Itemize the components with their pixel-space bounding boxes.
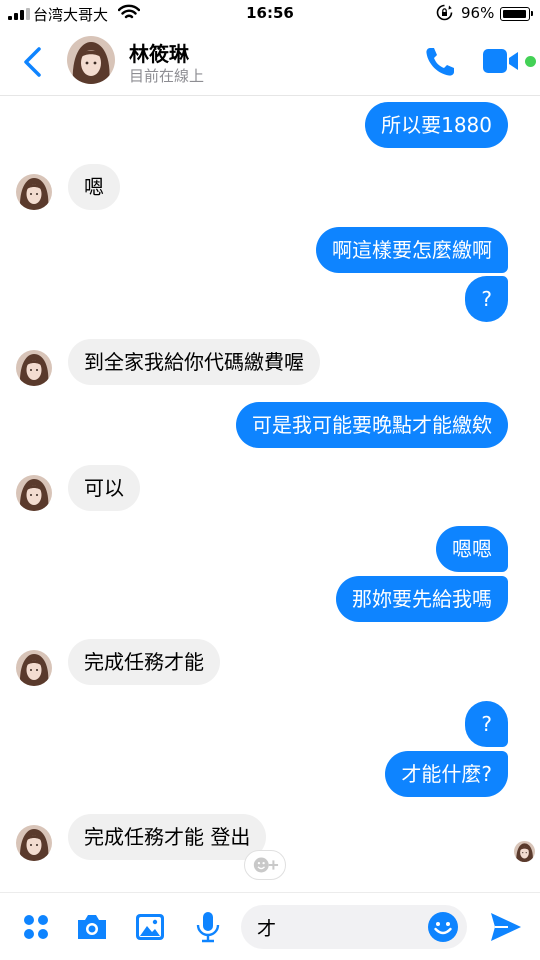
- read-receipt-avatar: [514, 841, 535, 862]
- message-outgoing[interactable]: 才能什麼?: [385, 751, 508, 797]
- sender-avatar[interactable]: [16, 174, 52, 210]
- add-reaction-icon[interactable]: [244, 850, 286, 880]
- sender-avatar[interactable]: [16, 475, 52, 511]
- conversation-header: 林筱琳 目前在線上: [0, 28, 540, 96]
- message-incoming[interactable]: 完成任務才能 登出: [68, 814, 267, 860]
- back-icon[interactable]: [14, 42, 54, 82]
- video-icon[interactable]: [480, 44, 520, 78]
- battery-icon: [500, 7, 533, 21]
- camera-icon[interactable]: [74, 909, 110, 945]
- sender-avatar[interactable]: [16, 650, 52, 686]
- send-icon[interactable]: [488, 909, 524, 945]
- message-outgoing[interactable]: ?: [465, 276, 508, 322]
- message-incoming[interactable]: 可以: [68, 465, 140, 511]
- message-outgoing[interactable]: ?: [465, 701, 508, 747]
- message-thread[interactable]: 所以要1880 嗯 啊這樣要怎麼繳啊 ? 到全家我給你代碼繳費喔 可是我可能要晚…: [0, 96, 540, 892]
- message-input-container[interactable]: [241, 905, 467, 949]
- message-input[interactable]: [257, 905, 427, 949]
- sender-avatar[interactable]: [16, 350, 52, 386]
- message-outgoing[interactable]: 所以要1880: [365, 102, 508, 148]
- message-outgoing[interactable]: 可是我可能要晚點才能繳欸: [236, 402, 508, 448]
- battery-percent: 96%: [461, 4, 495, 22]
- online-indicator: [525, 56, 536, 67]
- phone-icon[interactable]: [420, 42, 460, 82]
- message-incoming[interactable]: 嗯: [68, 164, 120, 210]
- message-incoming[interactable]: 完成任務才能: [68, 639, 220, 685]
- message-incoming[interactable]: 到全家我給你代碼繳費喔: [68, 339, 320, 385]
- apps-icon[interactable]: [18, 909, 54, 945]
- clock: 16:56: [246, 4, 294, 22]
- gallery-icon[interactable]: [132, 909, 168, 945]
- message-outgoing[interactable]: 那妳要先給我嗎: [336, 576, 508, 622]
- contact-avatar[interactable]: [67, 36, 115, 84]
- status-bar: 台湾大哥大 16:56 96%: [0, 0, 540, 28]
- rotation-lock-icon: [436, 4, 453, 21]
- message-outgoing[interactable]: 啊這樣要怎麼繳啊: [316, 227, 508, 273]
- sender-avatar[interactable]: [16, 825, 52, 861]
- contact-name[interactable]: 林筱琳: [129, 38, 189, 67]
- contact-status: 目前在線上: [129, 67, 205, 85]
- composer-bar: [0, 892, 540, 960]
- message-outgoing[interactable]: 嗯嗯: [436, 526, 508, 572]
- microphone-icon[interactable]: [190, 909, 226, 945]
- emoji-icon[interactable]: [426, 910, 460, 944]
